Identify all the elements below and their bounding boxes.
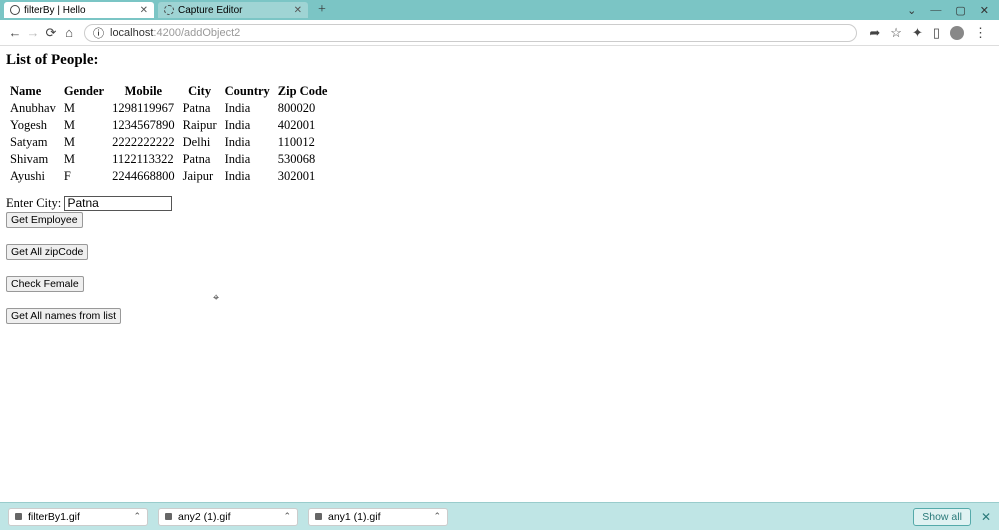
address-bar[interactable]: ⓘ localhost:4200/addObject2 xyxy=(84,24,857,42)
people-table: Name Gender Mobile City Country Zip Code… xyxy=(6,83,331,185)
cell-gender: M xyxy=(60,134,108,151)
table-header-row: Name Gender Mobile City Country Zip Code xyxy=(6,83,331,100)
chevron-down-icon[interactable]: ⌄ xyxy=(907,4,916,17)
table-row: AyushiF2244668800JaipurIndia302001 xyxy=(6,168,331,185)
cell-name: Shivam xyxy=(6,151,60,168)
file-icon xyxy=(15,513,22,520)
cell-country: India xyxy=(221,168,274,185)
profile-avatar[interactable] xyxy=(950,26,964,40)
cell-city: Jaipur xyxy=(179,168,221,185)
check-female-button[interactable]: Check Female xyxy=(6,276,84,292)
table-row: SatyamM2222222222DelhiIndia110012 xyxy=(6,134,331,151)
cell-name: Ayushi xyxy=(6,168,60,185)
download-filename: any1 (1).gif xyxy=(328,511,381,523)
back-button[interactable]: ← xyxy=(6,25,24,40)
show-all-downloads-button[interactable]: Show all xyxy=(913,508,971,526)
cell-mobile: 2222222222 xyxy=(108,134,179,151)
col-city: City xyxy=(179,83,221,100)
col-gender: Gender xyxy=(60,83,108,100)
col-name: Name xyxy=(6,83,60,100)
cell-gender: M xyxy=(60,117,108,134)
cell-mobile: 1298119967 xyxy=(108,100,179,117)
cell-name: Yogesh xyxy=(6,117,60,134)
download-chip[interactable]: filterBy1.gif ⌃ xyxy=(8,508,148,526)
cell-zip: 110012 xyxy=(274,134,332,151)
minimize-icon[interactable]: ― xyxy=(930,4,941,17)
reload-button[interactable]: ⟳ xyxy=(42,25,60,41)
cell-country: India xyxy=(221,100,274,117)
chevron-up-icon[interactable]: ⌃ xyxy=(283,511,291,522)
downloads-bar: filterBy1.gif ⌃ any2 (1).gif ⌃ any1 (1).… xyxy=(0,502,999,530)
extensions-icon[interactable]: ✦ xyxy=(912,25,923,41)
file-icon xyxy=(315,513,322,520)
table-row: YogeshM1234567890RaipurIndia402001 xyxy=(6,117,331,134)
cell-country: India xyxy=(221,151,274,168)
menu-icon[interactable]: ⋮ xyxy=(974,25,987,41)
download-chip[interactable]: any1 (1).gif ⌃ xyxy=(308,508,448,526)
download-filename: filterBy1.gif xyxy=(28,511,80,523)
panel-icon[interactable]: ▯ xyxy=(933,25,940,41)
page-content: List of People: Name Gender Mobile City … xyxy=(0,46,999,330)
cell-gender: M xyxy=(60,151,108,168)
city-label: Enter City: xyxy=(6,196,61,210)
cell-country: India xyxy=(221,134,274,151)
close-window-icon[interactable]: ✕ xyxy=(980,4,989,17)
table-row: ShivamM1122113322PatnaIndia530068 xyxy=(6,151,331,168)
forward-button: → xyxy=(24,25,42,40)
tab-title: filterBy | Hello xyxy=(24,5,86,16)
col-zip: Zip Code xyxy=(274,83,332,100)
cell-city: Raipur xyxy=(179,117,221,134)
url-host: localhost xyxy=(110,27,153,39)
site-info-icon[interactable]: ⓘ xyxy=(93,25,104,41)
chevron-up-icon[interactable]: ⌃ xyxy=(433,511,441,522)
cell-name: Satyam xyxy=(6,134,60,151)
home-button[interactable]: ⌂ xyxy=(60,25,78,40)
url-path: /addObject2 xyxy=(181,27,240,39)
col-mobile: Mobile xyxy=(108,83,179,100)
cell-city: Patna xyxy=(179,100,221,117)
maximize-icon[interactable]: ▢ xyxy=(955,4,965,17)
cell-mobile: 2244668800 xyxy=(108,168,179,185)
new-tab-button[interactable]: + xyxy=(312,2,332,18)
cell-gender: M xyxy=(60,100,108,117)
get-all-names-button[interactable]: Get All names from list xyxy=(6,308,121,324)
download-chip[interactable]: any2 (1).gif ⌃ xyxy=(158,508,298,526)
cell-zip: 402001 xyxy=(274,117,332,134)
cell-city: Patna xyxy=(179,151,221,168)
cell-mobile: 1234567890 xyxy=(108,117,179,134)
get-all-zipcode-button[interactable]: Get All zipCode xyxy=(6,244,88,260)
page-heading: List of People: xyxy=(6,52,993,69)
close-icon[interactable]: ✕ xyxy=(140,5,148,16)
cell-zip: 800020 xyxy=(274,100,332,117)
city-form-row: Enter City: xyxy=(6,195,993,211)
window-controls: ⌄ ― ▢ ✕ xyxy=(907,4,999,17)
download-filename: any2 (1).gif xyxy=(178,511,231,523)
close-downloads-bar-icon[interactable]: ✕ xyxy=(981,510,991,524)
url-port: :4200 xyxy=(153,27,181,39)
tab-strip: filterBy | Hello ✕ Capture Editor ✕ + ⌄ … xyxy=(0,0,999,20)
bookmark-icon[interactable]: ☆ xyxy=(890,25,902,41)
cell-country: India xyxy=(221,117,274,134)
cell-name: Anubhav xyxy=(6,100,60,117)
browser-tab-inactive[interactable]: Capture Editor ✕ xyxy=(158,2,308,18)
chevron-up-icon[interactable]: ⌃ xyxy=(133,511,141,522)
col-country: Country xyxy=(221,83,274,100)
cell-zip: 302001 xyxy=(274,168,332,185)
tab-title: Capture Editor xyxy=(178,5,242,16)
cell-mobile: 1122113322 xyxy=(108,151,179,168)
cell-gender: F xyxy=(60,168,108,185)
toolbar-right-icons: ➦ ☆ ✦ ▯ ⋮ xyxy=(863,25,993,41)
table-row: AnubhavM1298119967PatnaIndia800020 xyxy=(6,100,331,117)
browser-tab-active[interactable]: filterBy | Hello ✕ xyxy=(4,2,154,18)
favicon-icon xyxy=(164,5,174,15)
file-icon xyxy=(165,513,172,520)
browser-toolbar: ← → ⟳ ⌂ ⓘ localhost:4200/addObject2 ➦ ☆ … xyxy=(0,20,999,46)
city-input[interactable] xyxy=(64,196,172,211)
favicon-icon xyxy=(10,5,20,15)
get-employee-button[interactable]: Get Employee xyxy=(6,212,83,228)
cell-zip: 530068 xyxy=(274,151,332,168)
close-icon[interactable]: ✕ xyxy=(294,5,302,16)
cell-city: Delhi xyxy=(179,134,221,151)
share-icon[interactable]: ➦ xyxy=(869,25,880,41)
